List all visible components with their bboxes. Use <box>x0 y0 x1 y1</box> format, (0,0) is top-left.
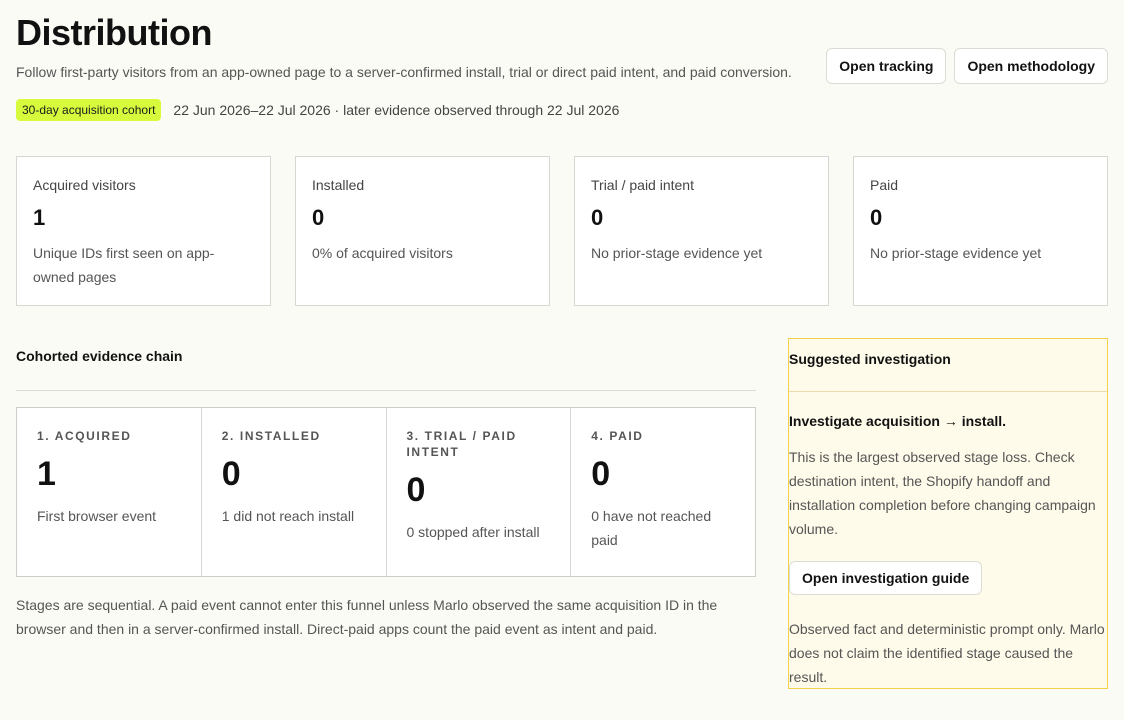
evidence-chain-footnote: Stages are sequential. A paid event cann… <box>16 597 718 637</box>
stage-installed: 2. INSTALLED 0 1 did not reach install <box>202 408 387 576</box>
page-header: Distribution Follow first-party visitors… <box>16 0 1108 130</box>
divider <box>789 391 1107 392</box>
stage-label: 3. TRIAL / PAID INTENT <box>406 429 517 459</box>
stage-paid: 4. PAID 0 0 have not reached paid <box>571 408 755 576</box>
page-subtitle: Follow first-party visitors from an app-… <box>16 64 792 80</box>
kpi-card-acquired-visitors: Acquired visitors 1 Unique IDs first see… <box>16 156 271 306</box>
evidence-chain-title: Cohorted evidence chain <box>16 348 183 364</box>
investigation-body: This is the largest observed stage loss.… <box>789 449 1096 537</box>
stage-value: 0 <box>591 455 611 493</box>
kpi-label: Paid <box>870 177 899 193</box>
page-title: Distribution <box>16 12 212 53</box>
kpi-note: No prior-stage evidence yet <box>870 245 1042 261</box>
open-investigation-guide-button[interactable]: Open investigation guide <box>789 561 983 595</box>
kpi-cards: Acquired visitors 1 Unique IDs first see… <box>16 156 1108 306</box>
stage-label: 4. PAID <box>591 429 644 443</box>
kpi-card-trial-paid-intent: Trial / paid intent 0 No prior-stage evi… <box>574 156 829 306</box>
kpi-value: 0 <box>591 205 604 230</box>
cohort-badge: 30-day acquisition cohort <box>16 99 162 121</box>
cohort-range: 22 Jun 2026–22 Jul 2026 · later evidence… <box>173 102 620 118</box>
investigation-title: Suggested investigation <box>789 351 951 367</box>
kpi-card-paid: Paid 0 No prior-stage evidence yet <box>853 156 1108 306</box>
stage-acquired: 1. ACQUIRED 1 First browser event <box>17 408 202 576</box>
stage-note: First browser event <box>37 508 157 524</box>
stage-note: 0 have not reached paid <box>591 508 712 548</box>
stage-note: 1 did not reach install <box>221 508 355 524</box>
suggested-investigation-panel: Suggested investigation Investigate acqu… <box>788 338 1108 689</box>
kpi-note: Unique IDs first seen on app-owned pages <box>33 245 215 285</box>
kpi-label: Acquired visitors <box>33 177 136 193</box>
stage-value: 1 <box>37 455 56 493</box>
kpi-label: Installed <box>312 177 365 193</box>
kpi-value: 0 <box>870 205 883 230</box>
cohort-row: 30-day acquisition cohort 22 Jun 2026–22… <box>16 99 619 121</box>
stage-label: 2. INSTALLED <box>221 429 321 443</box>
kpi-card-installed: Installed 0 0% of acquired visitors <box>295 156 550 306</box>
open-tracking-button[interactable]: Open tracking <box>826 48 947 84</box>
open-methodology-button[interactable]: Open methodology <box>954 48 1108 84</box>
kpi-value: 0 <box>312 205 325 230</box>
divider <box>16 390 756 391</box>
stage-trial-paid-intent: 3. TRIAL / PAID INTENT 0 0 stopped after… <box>387 408 572 576</box>
header-actions: Open tracking Open methodology <box>826 48 1108 84</box>
stage-note: 0 stopped after install <box>406 524 540 540</box>
investigation-footnote: Observed fact and deterministic prompt o… <box>789 621 1105 685</box>
stage-value: 0 <box>221 455 241 493</box>
kpi-label: Trial / paid intent <box>591 177 694 193</box>
kpi-note: No prior-stage evidence yet <box>591 245 763 261</box>
stage-label: 1. ACQUIRED <box>37 429 132 443</box>
evidence-chain-stages: 1. ACQUIRED 1 First browser event 2. INS… <box>16 407 756 577</box>
distribution-page: Distribution Follow first-party visitors… <box>16 0 1108 689</box>
investigation-headline: Investigate acquisition → install. <box>789 413 1007 429</box>
kpi-value: 1 <box>33 205 46 230</box>
stage-value: 0 <box>406 471 426 509</box>
kpi-note: 0% of acquired visitors <box>312 245 453 261</box>
